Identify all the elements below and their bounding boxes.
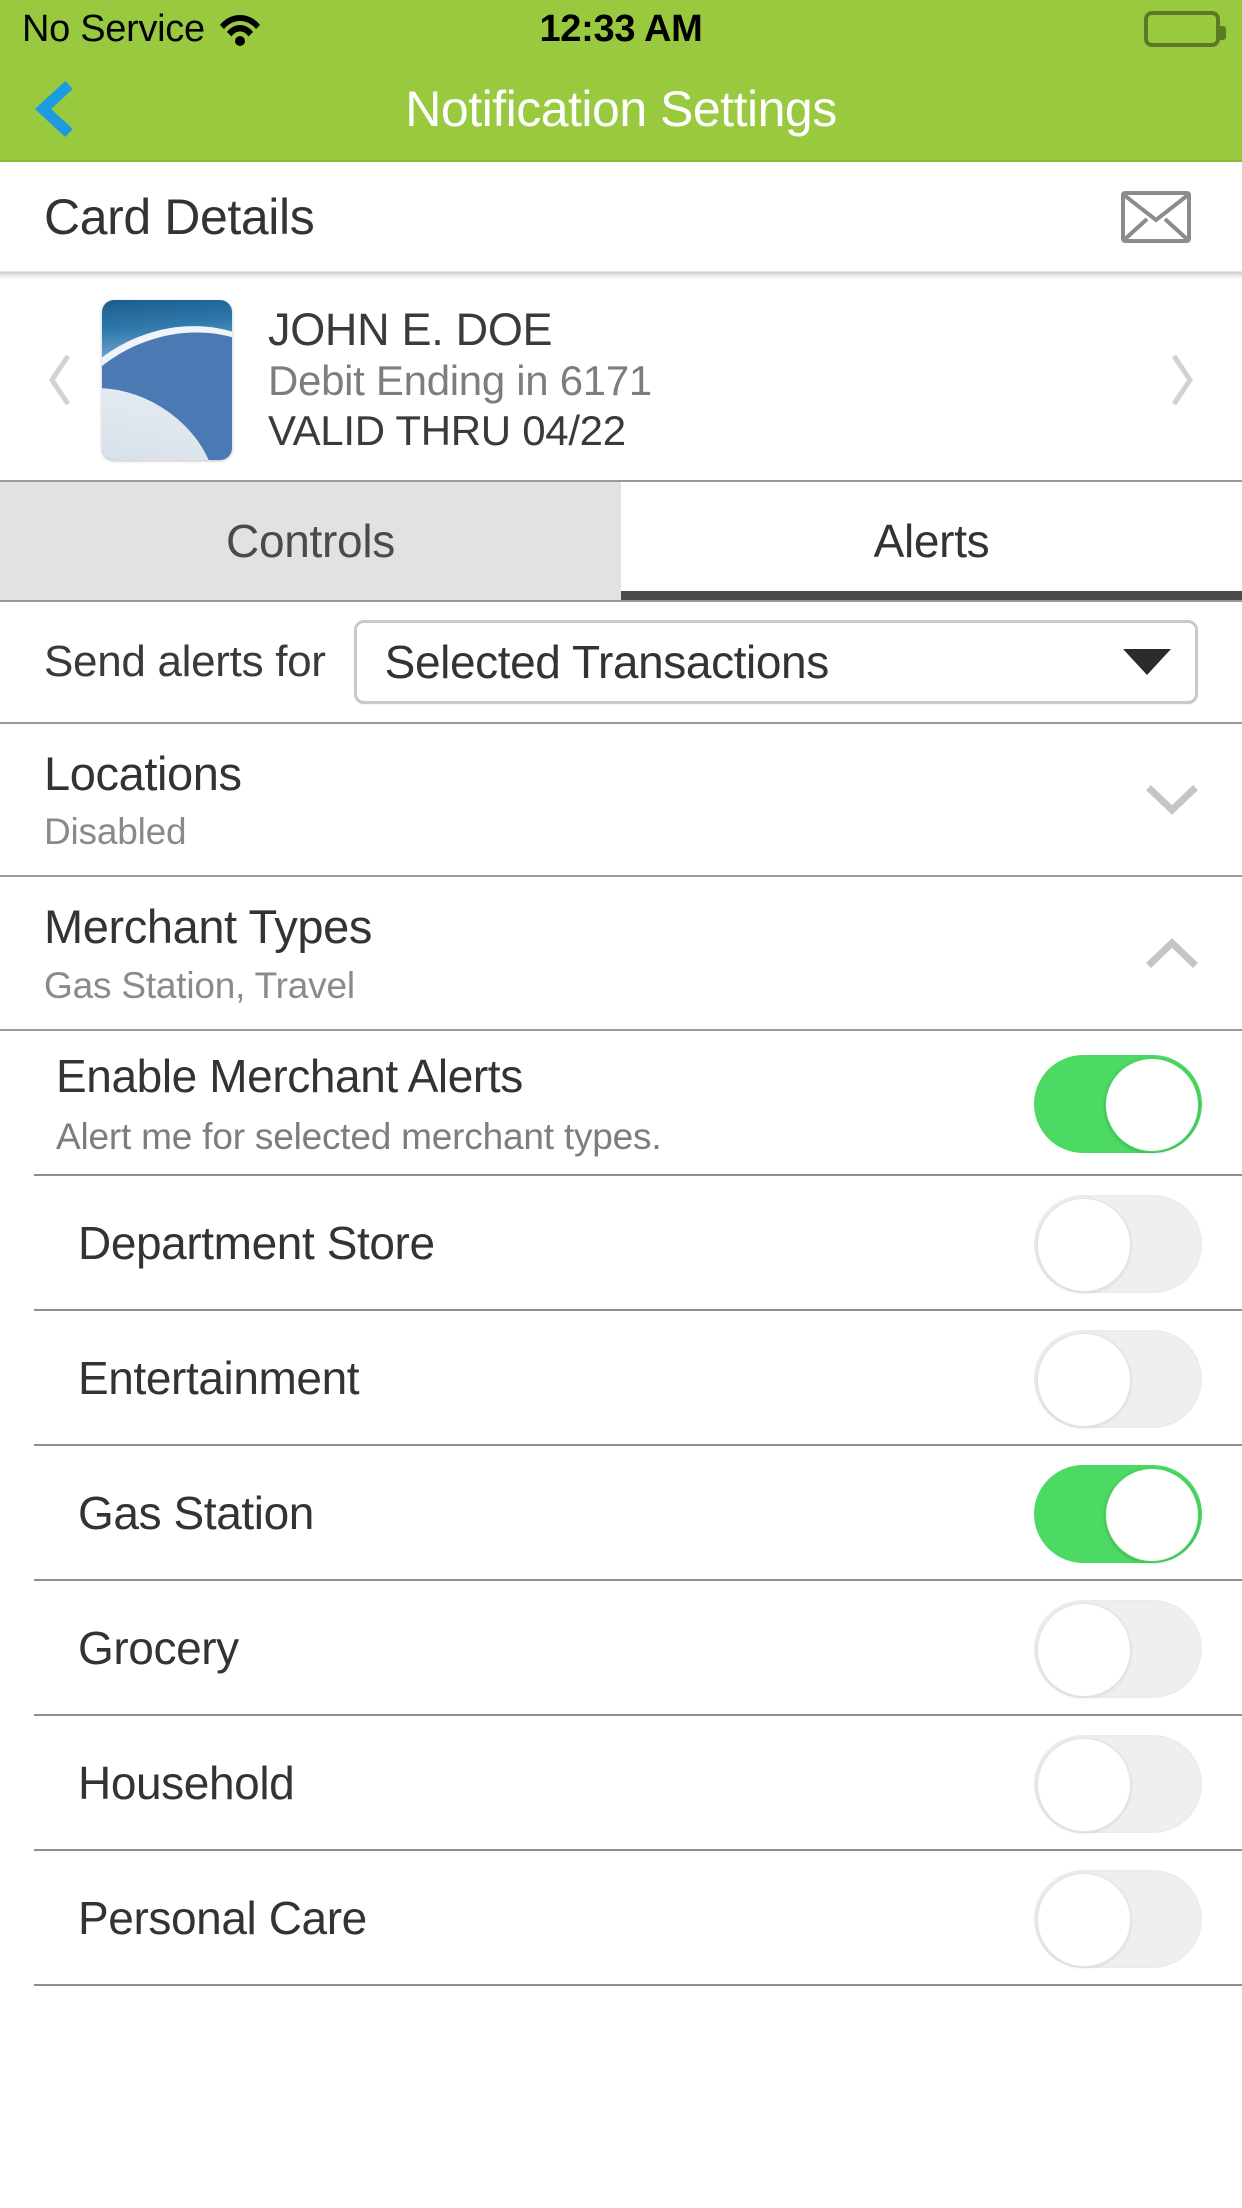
status-bar-left: No Service — [22, 8, 261, 51]
envelope-icon — [1120, 190, 1192, 244]
status-bar-right — [1144, 11, 1226, 47]
merchant-type-label: Household — [78, 1757, 295, 1809]
merchant-type-texts: Entertainment — [78, 1351, 1034, 1406]
merchant-type-label: Grocery — [78, 1622, 239, 1674]
chevron-right-icon — [1166, 352, 1198, 408]
merchant-type-label: Gas Station — [78, 1487, 314, 1539]
merchant-type-toggle-grocery[interactable] — [1034, 1599, 1202, 1698]
carrier-label: No Service — [22, 7, 205, 50]
enable-merchant-alerts-texts: Enable Merchant Alerts Alert me for sele… — [56, 1049, 1034, 1158]
merchant-type-texts: Grocery — [78, 1621, 1034, 1676]
send-alerts-label: Send alerts for — [44, 637, 326, 686]
merchant-type-texts: Household — [78, 1756, 1034, 1811]
merchant-type-toggle-household[interactable] — [1034, 1734, 1202, 1833]
merchant-type-texts: Department Store — [78, 1216, 1034, 1271]
merchant-type-row-grocery: Grocery — [0, 1581, 1242, 1717]
tab-controls[interactable]: Controls — [0, 482, 621, 600]
battery-full-icon — [1144, 11, 1226, 47]
enable-merchant-alerts-toggle[interactable] — [1034, 1054, 1202, 1153]
merchant-type-row-household: Household — [0, 1716, 1242, 1852]
merchant-type-label: Entertainment — [78, 1352, 360, 1404]
card-account-label: Debit Ending in 6171 — [268, 356, 652, 404]
chevron-down-icon — [1123, 649, 1171, 675]
merchant-type-toggle-entertainment[interactable] — [1034, 1329, 1202, 1428]
merchant-type-label: Personal Care — [78, 1892, 367, 1944]
send-alerts-dropdown[interactable]: Selected Transactions — [353, 620, 1198, 704]
section-locations-texts: Locations Disabled — [44, 746, 1126, 853]
merchant-type-toggle-gas-station[interactable] — [1034, 1464, 1202, 1563]
tab-controls-label: Controls — [226, 515, 395, 567]
enable-merchant-alerts-row: Enable Merchant Alerts Alert me for sele… — [0, 1030, 1242, 1177]
chevron-left-icon — [44, 352, 76, 408]
send-alerts-selected-value: Selected Transactions — [384, 636, 830, 688]
merchant-type-toggle-department-store[interactable] — [1034, 1194, 1202, 1293]
card-art-image — [102, 300, 232, 460]
enable-merchant-alerts-description: Alert me for selected merchant types. — [56, 1116, 662, 1158]
section-locations[interactable]: Locations Disabled — [0, 724, 1242, 878]
card-valid-thru: VALID THRU 04/22 — [268, 407, 626, 455]
tab-bar: Controls Alerts — [0, 480, 1242, 602]
navigation-bar: Notification Settings — [0, 58, 1242, 162]
carousel-prev-button[interactable] — [24, 352, 96, 408]
section-merchant-types-texts: Merchant Types Gas Station, Travel — [44, 899, 1126, 1006]
card-details-header: Card Details — [0, 162, 1242, 272]
wifi-icon — [219, 12, 261, 46]
tab-alerts[interactable]: Alerts — [621, 482, 1242, 600]
status-bar: No Service 12:33 AM — [0, 0, 1242, 58]
card-holder-name: JOHN E. DOE — [268, 303, 553, 355]
section-merchant-types-status: Gas Station, Travel — [44, 964, 355, 1006]
chevron-down-icon — [1146, 783, 1198, 817]
merchant-type-toggle-personal-care[interactable] — [1034, 1869, 1202, 1968]
merchant-type-texts: Gas Station — [78, 1486, 1034, 1541]
section-merchant-types[interactable]: Merchant Types Gas Station, Travel — [0, 877, 1242, 1031]
send-alerts-row: Send alerts for Selected Transactions — [0, 602, 1242, 724]
tab-alerts-label: Alerts — [873, 515, 990, 567]
section-merchant-types-title: Merchant Types — [44, 900, 372, 954]
section-separator — [0, 272, 1242, 280]
enable-merchant-alerts-title: Enable Merchant Alerts — [56, 1049, 523, 1102]
merchant-type-row-department-store: Department Store — [0, 1176, 1242, 1312]
merchant-type-row-entertainment: Entertainment — [0, 1311, 1242, 1447]
merchant-type-label: Department Store — [78, 1217, 435, 1269]
card-carousel: JOHN E. DOE Debit Ending in 6171 VALID T… — [0, 280, 1242, 480]
section-locations-status: Disabled — [44, 811, 187, 853]
card-details-title: Card Details — [44, 188, 315, 245]
carousel-next-button[interactable] — [1146, 352, 1218, 408]
page-title: Notification Settings — [405, 81, 837, 137]
merchant-type-row-personal-care: Personal Care — [0, 1851, 1242, 1987]
back-button[interactable] — [0, 57, 110, 161]
chevron-up-icon — [1146, 936, 1198, 970]
message-button[interactable] — [1114, 184, 1198, 250]
card-info: JOHN E. DOE Debit Ending in 6171 VALID T… — [268, 304, 1146, 457]
chevron-left-icon — [33, 79, 77, 139]
merchant-type-row-gas-station: Gas Station — [0, 1446, 1242, 1582]
section-locations-title: Locations — [44, 747, 242, 800]
merchant-type-texts: Personal Care — [78, 1891, 1034, 1946]
